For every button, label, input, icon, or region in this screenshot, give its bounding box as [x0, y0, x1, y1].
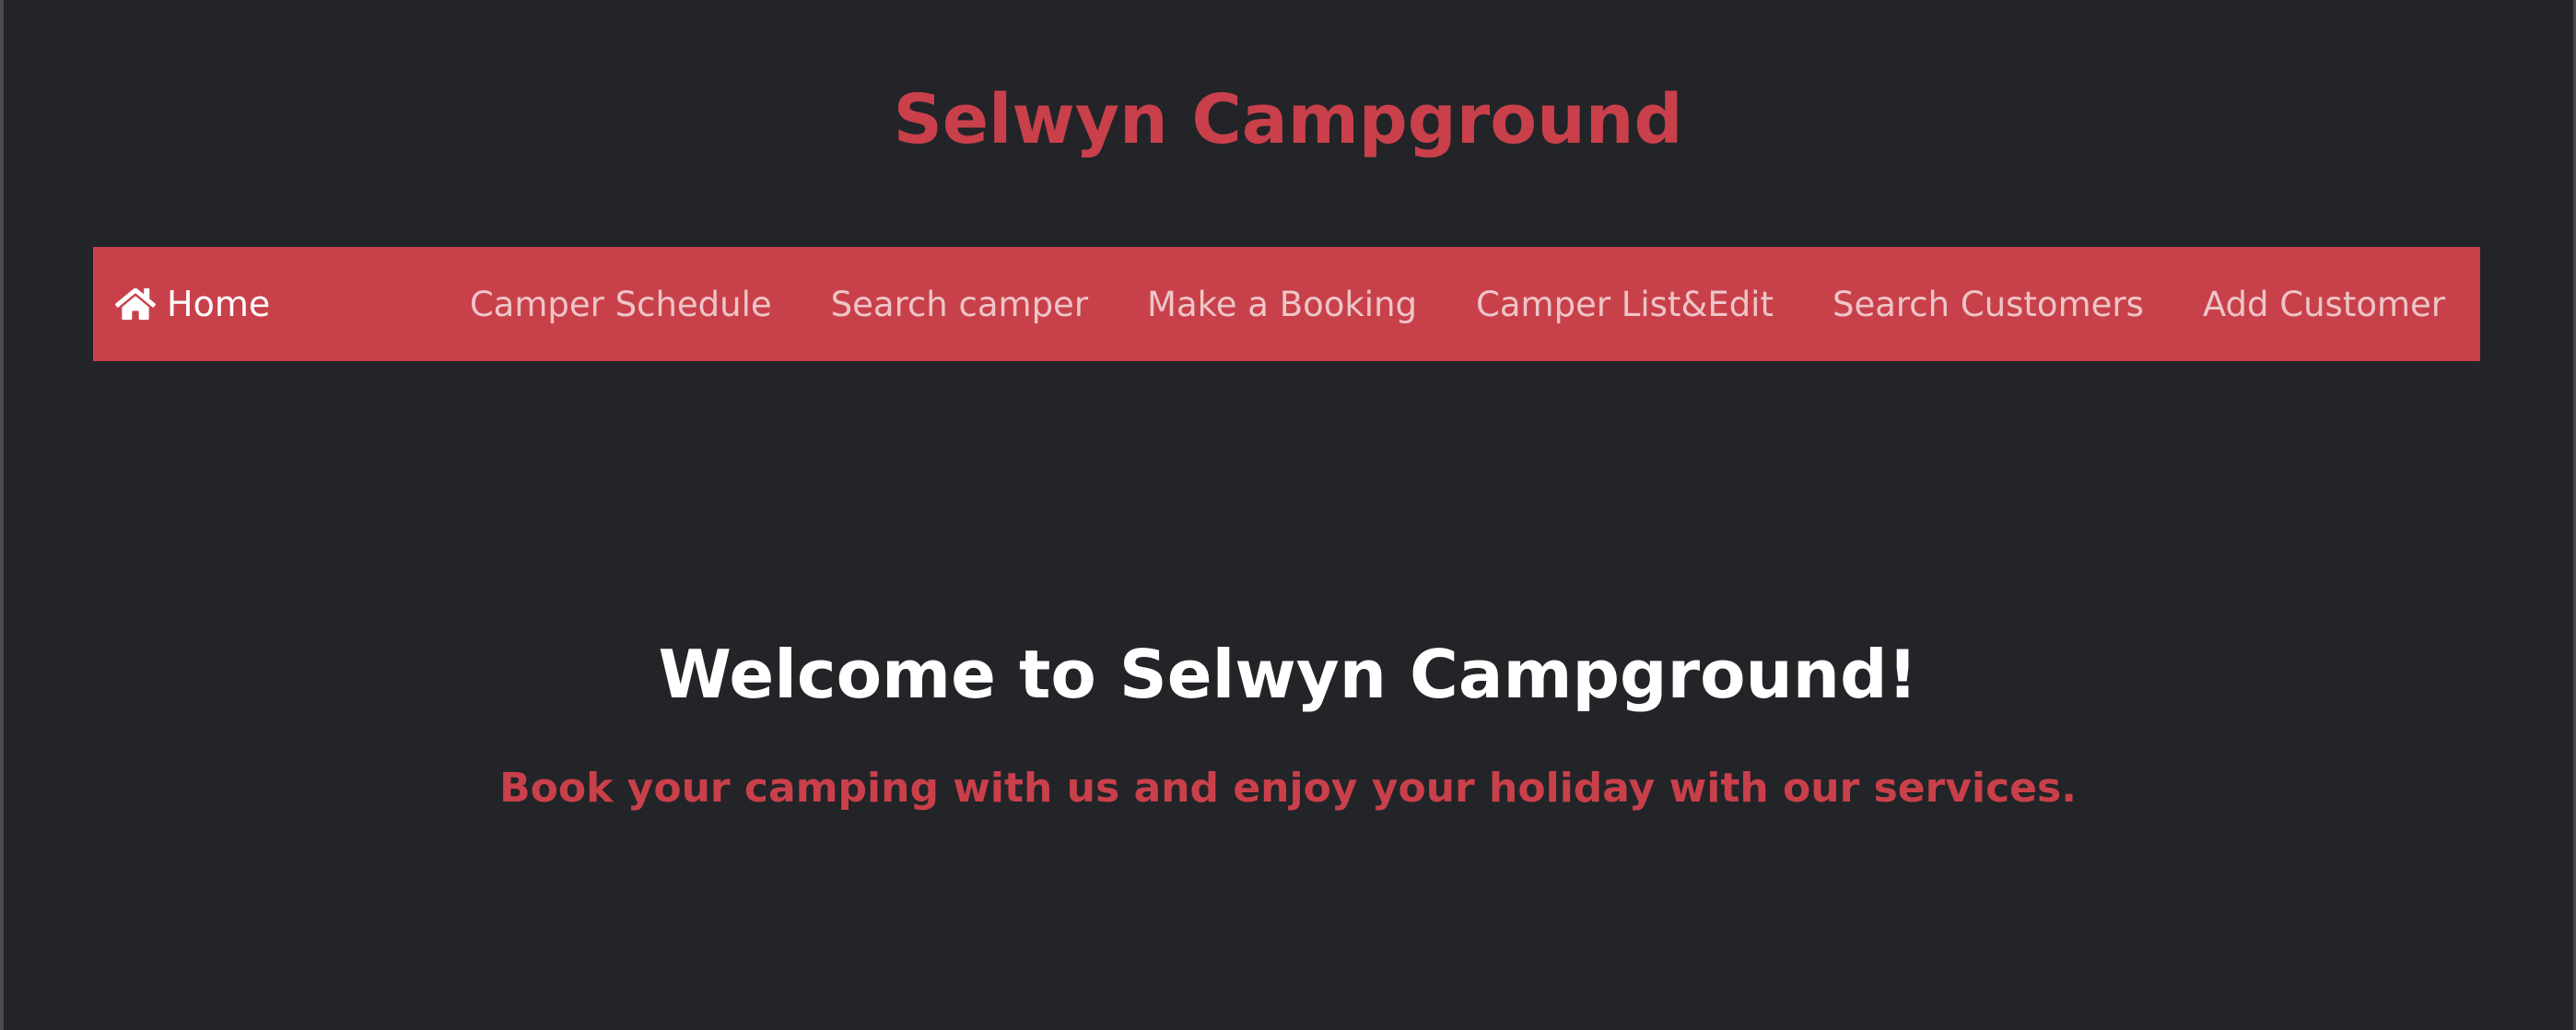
nav-link-search-camper[interactable]: Search camper: [831, 285, 1088, 324]
nav-link-camper-list-edit[interactable]: Camper List&Edit: [1476, 285, 1774, 324]
welcome-subtitle: Book your camping with us and enjoy your…: [499, 765, 2077, 812]
site-title: Selwyn Campground: [893, 80, 1683, 159]
nav-link-camper-schedule[interactable]: Camper Schedule: [470, 285, 772, 324]
home-link-label: Home: [167, 284, 271, 324]
home-icon: [115, 287, 156, 321]
nav-link-search-customers[interactable]: Search Customers: [1832, 285, 2144, 324]
home-link[interactable]: Home: [115, 247, 270, 361]
nav-links: Camper Schedule Search camper Make a Boo…: [411, 247, 2445, 361]
nav-link-add-customer[interactable]: Add Customer: [2203, 285, 2445, 324]
nav-link-make-booking[interactable]: Make a Booking: [1147, 285, 1417, 324]
welcome-heading: Welcome to Selwyn Campground!: [658, 636, 1918, 713]
navbar: Home Camper Schedule Search camper Make …: [93, 247, 2480, 361]
